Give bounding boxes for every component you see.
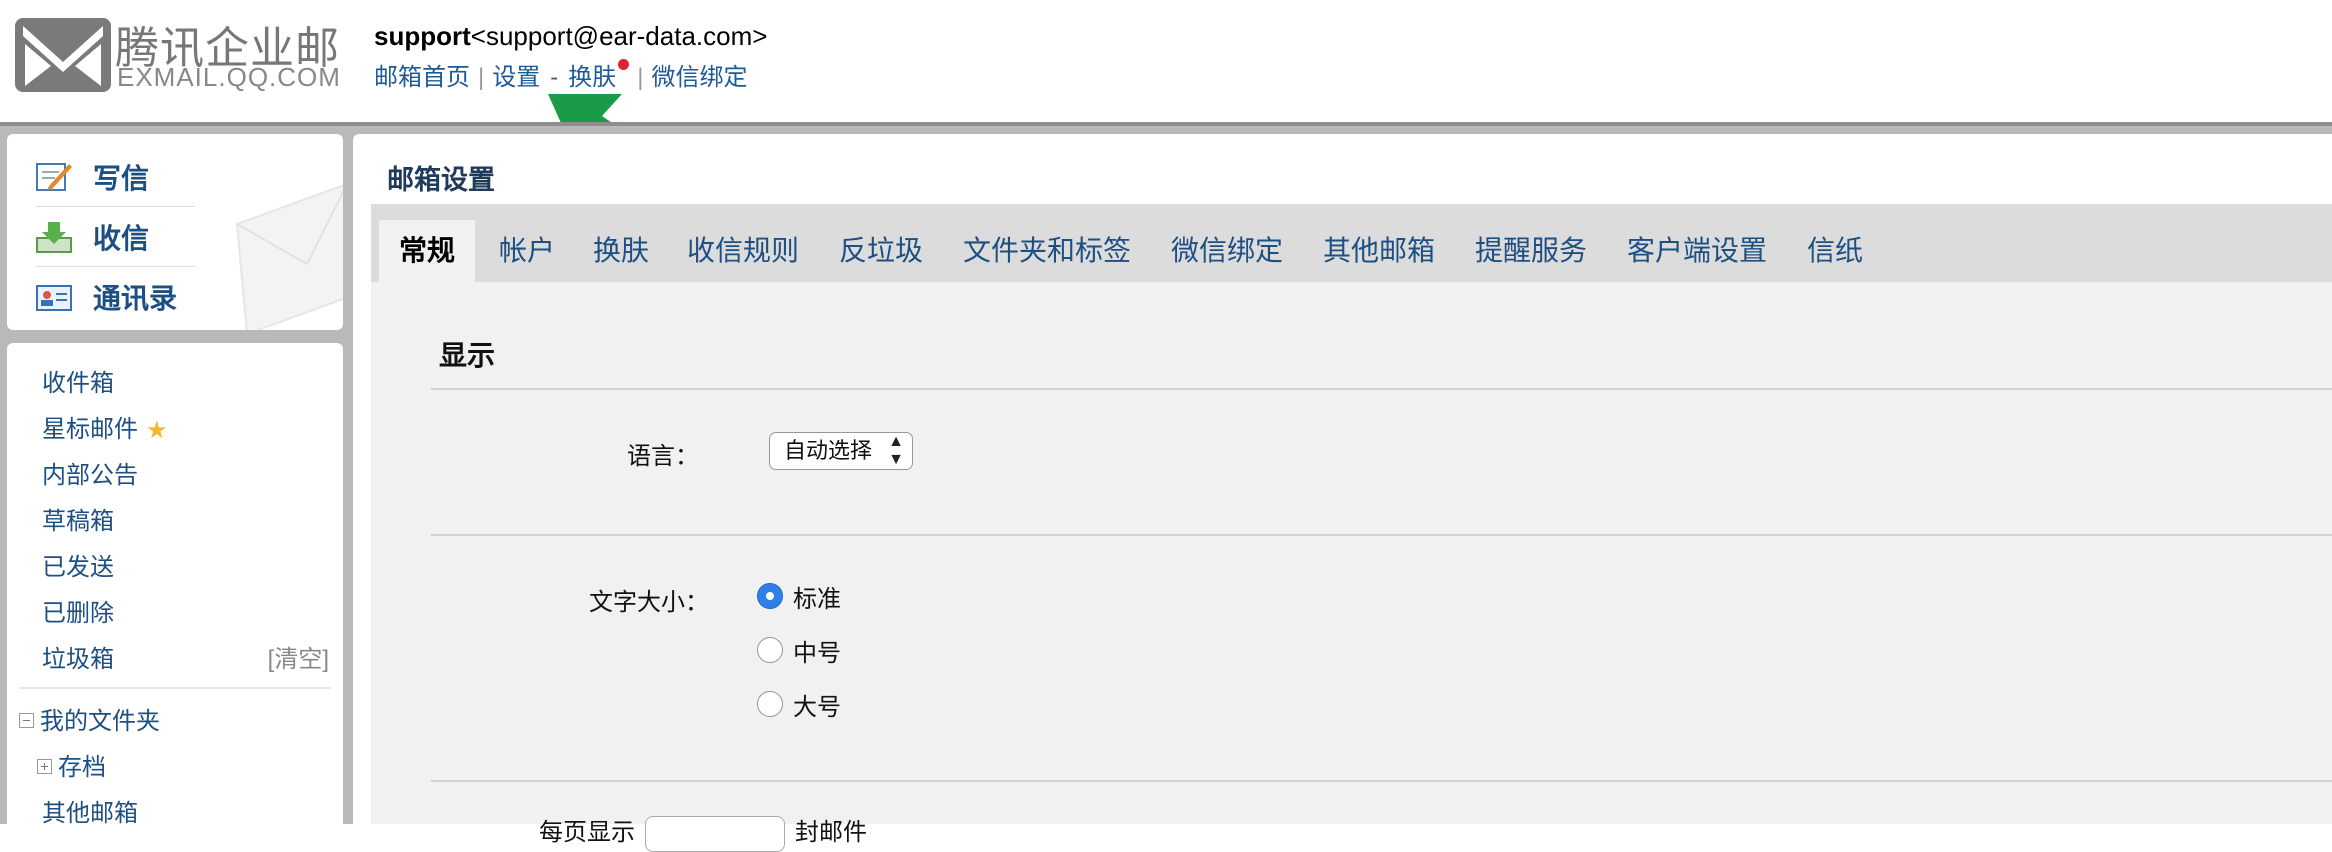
font-size-label: 文字大小： — [589, 589, 709, 616]
top-navigation: 邮箱首页 | 设置 - 换肤 | 微信绑定 — [374, 57, 747, 92]
folder-drafts[interactable]: 草稿箱 — [42, 501, 114, 536]
folder-notice[interactable]: 内部公告 — [42, 455, 138, 490]
page-size-suffix: 封邮件 — [795, 819, 867, 846]
tab-stationery[interactable]: 信纸 — [1807, 220, 1863, 282]
inbox-receive-icon — [36, 222, 72, 253]
settings-panel: 邮箱设置 常规 帐户 换肤 收信规则 反垃圾 文件夹和标签 微信绑定 其他邮箱 … — [353, 134, 2332, 852]
write-mail-button[interactable]: 写信 — [35, 148, 195, 206]
tab-wechat-bind[interactable]: 微信绑定 — [1171, 220, 1283, 282]
user-email: <support@ear-data.com> — [470, 21, 768, 51]
folder-panel: 收件箱 星标邮件 ★ 内部公告 草稿箱 已发送 已删除 垃圾箱 [清空] 我的文件… — [7, 343, 343, 827]
contacts-card-icon — [36, 285, 72, 311]
wechat-bind-link[interactable]: 微信绑定 — [651, 64, 747, 91]
tab-other-mailboxes[interactable]: 其他邮箱 — [1323, 220, 1435, 282]
page-size-label: 每页显示 — [539, 819, 635, 846]
header: 腾讯企业邮 EXMAIL.QQ.COM support<support@ear-… — [0, 0, 2332, 188]
language-select[interactable]: 自动选择 ▲ ▼ — [769, 432, 913, 470]
folder-starred-label: 星标邮件 — [42, 416, 138, 443]
language-select-value: 自动选择 — [784, 438, 873, 463]
font-size-option-label: 标准 — [793, 585, 841, 613]
page-size-input[interactable] — [645, 815, 785, 852]
nav-separator: | — [637, 64, 644, 91]
folder-archive[interactable]: 存档 — [37, 747, 106, 782]
logo-text-en: EXMAIL.QQ.COM — [117, 62, 341, 92]
settings-content: 显示 语言： 自动选择 ▲ ▼ 文字大小： 标准 中号 大号 每页显示 封邮件 — [371, 282, 2332, 852]
folder-starred[interactable]: 星标邮件 ★ — [42, 409, 168, 445]
folder-divider — [19, 687, 331, 689]
settings-tabs: 常规 帐户 换肤 收信规则 反垃圾 文件夹和标签 微信绑定 其他邮箱 提醒服务 … — [371, 204, 2332, 282]
language-label: 语言： — [627, 443, 699, 470]
nav-dash: - — [550, 64, 559, 91]
compose-panel: 写信 收信 通讯录 — [7, 134, 343, 330]
my-folders-group[interactable]: 我的文件夹 — [19, 701, 160, 736]
envelope-decoration-icon — [235, 184, 343, 330]
folder-deleted[interactable]: 已删除 — [42, 593, 114, 628]
mail-logo-icon — [15, 18, 111, 92]
expand-icon[interactable] — [37, 759, 52, 775]
section-title-display: 显示 — [439, 340, 496, 371]
star-icon: ★ — [146, 417, 168, 445]
row-divider — [431, 534, 2332, 536]
write-icon — [36, 163, 72, 191]
radio-unchecked-icon[interactable] — [757, 691, 783, 717]
compose-divider — [35, 206, 195, 207]
tab-reminder[interactable]: 提醒服务 — [1475, 220, 1587, 282]
folder-inbox[interactable]: 收件箱 — [42, 363, 114, 398]
user-name: support — [374, 21, 471, 51]
radio-checked-icon[interactable] — [757, 583, 783, 609]
settings-link[interactable]: 设置 — [492, 64, 540, 91]
user-identity: support<support@ear-data.com> — [374, 21, 767, 52]
folder-spam[interactable]: 垃圾箱 — [42, 639, 114, 674]
row-divider — [431, 780, 2332, 782]
font-size-option-label: 中号 — [793, 639, 841, 667]
collapse-icon[interactable] — [19, 713, 34, 729]
tab-receive-rules[interactable]: 收信规则 — [687, 220, 799, 282]
radio-unchecked-icon[interactable] — [757, 637, 783, 663]
skin-link[interactable]: 换肤 — [568, 64, 616, 91]
contacts-button[interactable]: 通讯录 — [35, 268, 195, 326]
tab-anti-spam[interactable]: 反垃圾 — [839, 220, 923, 282]
page-size-row: 每页显示 封邮件 — [539, 812, 867, 852]
section-divider — [431, 388, 2332, 390]
font-size-option-standard[interactable]: 标准 — [757, 580, 841, 613]
font-size-option-label: 大号 — [793, 693, 841, 721]
font-size-option-medium[interactable]: 中号 — [757, 634, 841, 667]
write-label: 写信 — [93, 163, 150, 194]
my-folders-label: 我的文件夹 — [40, 708, 160, 735]
clear-spam-link[interactable]: [清空] — [268, 639, 329, 674]
new-badge-dot — [618, 59, 630, 70]
receive-mail-button[interactable]: 收信 — [35, 208, 195, 266]
tab-skin[interactable]: 换肤 — [593, 220, 649, 282]
tab-account[interactable]: 帐户 — [499, 220, 555, 282]
font-size-option-large[interactable]: 大号 — [757, 688, 841, 721]
nav-separator: | — [478, 64, 485, 91]
folder-sent[interactable]: 已发送 — [42, 547, 114, 582]
exmail-logo[interactable]: 腾讯企业邮 EXMAIL.QQ.COM — [15, 16, 345, 96]
contacts-label: 通讯录 — [93, 283, 178, 314]
tab-folders-labels[interactable]: 文件夹和标签 — [963, 220, 1131, 282]
tab-client-settings[interactable]: 客户端设置 — [1627, 220, 1767, 282]
select-arrows-icon: ▲ ▼ — [888, 433, 904, 468]
folder-other-mailboxes[interactable]: 其他邮箱 — [42, 793, 138, 828]
receive-label: 收信 — [93, 223, 150, 254]
folder-archive-label: 存档 — [58, 754, 106, 781]
mailbox-home-link[interactable]: 邮箱首页 — [374, 64, 470, 91]
page-title: 邮箱设置 — [387, 165, 495, 195]
tab-general[interactable]: 常规 — [379, 220, 476, 282]
compose-divider — [35, 266, 195, 267]
